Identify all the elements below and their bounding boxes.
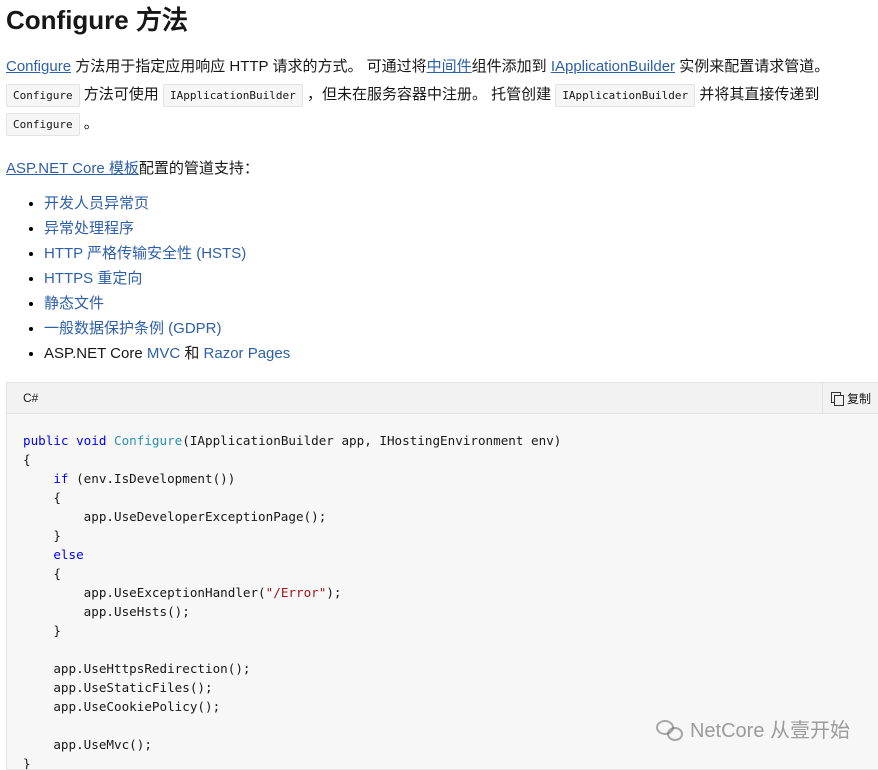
list-item: 静态文件 — [44, 291, 872, 316]
code-line: app.UseCookiePolicy(); — [53, 699, 221, 714]
static-files-link[interactable]: 静态文件 — [44, 295, 104, 312]
inline-code-configure: Configure — [6, 84, 80, 107]
dev-exception-page-link[interactable]: 开发人员异常页 — [44, 195, 149, 212]
inline-code-configure-2: Configure — [6, 113, 80, 136]
inline-code-iapplicationbuilder-2: IApplicationBuilder — [555, 84, 696, 107]
article: Configure 方法 Configure 方法用于指定应用响应 HTTP 请… — [0, 2, 878, 366]
intro-text-4: 方法可使用 — [79, 86, 163, 103]
list-item: 异常处理程序 — [44, 216, 872, 241]
list-item: HTTP 严格传输安全性 (HSTS) — [44, 241, 872, 266]
intro-text-1: 方法用于指定应用响应 HTTP 请求的方式。 可通过将 — [71, 58, 427, 75]
intro-paragraph: Configure 方法用于指定应用响应 HTTP 请求的方式。 可通过将中间件… — [6, 53, 872, 139]
list-item: ASP.NET Core MVC 和 Razor Pages — [44, 341, 872, 366]
code-line: { — [53, 490, 61, 505]
copy-label: 复制 — [846, 391, 871, 406]
page-title: Configure 方法 — [6, 5, 188, 35]
code-token: (env.IsDevelopment()) — [68, 471, 236, 486]
code-token: Configure — [114, 433, 183, 448]
razor-pages-link[interactable]: Razor Pages — [204, 345, 291, 362]
middleware-link[interactable]: 中间件 — [427, 58, 472, 75]
inline-code-iapplicationbuilder: IApplicationBuilder — [162, 84, 303, 107]
code-token: "/Error" — [265, 585, 327, 600]
code-line: } — [53, 528, 61, 543]
code-line: app.UseHsts(); — [83, 604, 190, 619]
code-line: } — [53, 623, 61, 638]
exception-handler-link[interactable]: 异常处理程序 — [44, 220, 134, 237]
intro-text-3: 实例来配置请求管道。 — [675, 58, 830, 75]
code-header: C# 复制 — [7, 383, 878, 414]
code-token: app.UseExceptionHandler( — [83, 585, 266, 600]
intro-text-6: 并将其直接传递到 — [695, 86, 820, 103]
list-item: 开发人员异常页 — [44, 191, 872, 216]
list-item-text: 和 — [180, 345, 204, 362]
watermark-text: NetCore 从壹开始 — [689, 720, 850, 742]
list-item-text: ASP.NET Core — [44, 345, 147, 362]
code-line: app.UseStaticFiles(); — [53, 680, 213, 695]
copy-button[interactable]: 复制 — [821, 383, 878, 413]
code-line: { — [23, 452, 31, 467]
code-token: if — [53, 471, 69, 486]
intro-text-2: 组件添加到 — [471, 58, 551, 75]
code-token: (IApplicationBuilder app, IHostingEnviro… — [182, 433, 562, 448]
copy-icon — [830, 392, 844, 406]
code-line: { — [53, 566, 61, 581]
code-token: ); — [326, 585, 342, 600]
support-text: 配置的管道支持： — [138, 160, 259, 177]
mvc-link[interactable]: MVC — [147, 345, 180, 362]
gdpr-link[interactable]: 一般数据保护条例 (GDPR) — [44, 320, 222, 337]
templates-link[interactable]: ASP.NET Core 模板 — [6, 160, 139, 177]
code-line: } — [23, 756, 31, 770]
feature-list: 开发人员异常页 异常处理程序 HTTP 严格传输安全性 (HSTS) HTTPS… — [6, 191, 872, 366]
code-line: app.UseDeveloperExceptionPage(); — [83, 509, 327, 524]
https-redirect-link[interactable]: HTTPS 重定向 — [44, 270, 142, 287]
code-token: else — [53, 547, 84, 562]
code-line: app.UseHttpsRedirection(); — [53, 661, 251, 676]
code-block: C# 复制 public void Configure(IApplication… — [6, 382, 878, 770]
hsts-link[interactable]: HTTP 严格传输安全性 (HSTS) — [44, 245, 246, 262]
iapplicationbuilder-link[interactable]: IApplicationBuilder — [551, 58, 675, 75]
list-item: HTTPS 重定向 — [44, 266, 872, 291]
intro-text-5: ，但未在服务容器中注册。 托管创建 — [302, 86, 556, 103]
code-line: app.UseMvc(); — [53, 737, 152, 752]
list-item: 一般数据保护条例 (GDPR) — [44, 316, 872, 341]
wechat-icon — [655, 719, 683, 741]
configure-link[interactable]: Configure — [6, 58, 71, 75]
intro-text-7: 。 — [79, 115, 99, 132]
code-token: public void — [23, 433, 114, 448]
support-paragraph: ASP.NET Core 模板配置的管道支持： — [6, 155, 872, 183]
code-language-label: C# — [23, 391, 39, 405]
watermark: NetCore 从壹开始 — [655, 714, 850, 743]
